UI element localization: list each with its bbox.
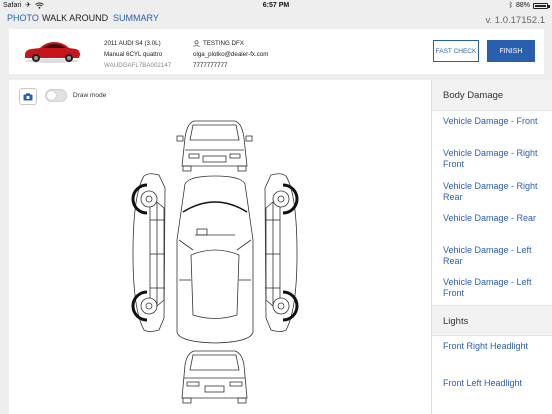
customer-name: TESTING DFX [203, 40, 244, 47]
finish-button[interactable]: FINISH [487, 40, 535, 62]
section-body-damage: Body Damage [432, 80, 552, 111]
customer-info: TESTING DFX olga_plotko@dealer-fx.com 77… [193, 38, 268, 71]
draw-mode-toggle[interactable] [45, 89, 67, 102]
bluetooth-icon: ᛒ [508, 2, 513, 9]
list-item-front-left-headlight[interactable]: Front Left Headlight [432, 368, 552, 394]
status-bar: Safari ✈ 6:57 PM ᛒ 88% [0, 0, 552, 11]
clock: 6:57 PM [262, 2, 290, 9]
tab-photo[interactable]: PHOTO [7, 13, 39, 23]
car-front-view[interactable] [176, 120, 253, 172]
customer-phone: 7777777777 [193, 62, 228, 69]
draw-mode-label: Draw mode [73, 92, 107, 99]
list-item-damage-rear[interactable]: Vehicle Damage - Rear [432, 208, 552, 240]
camera-icon [23, 92, 33, 100]
car-rear-view[interactable] [181, 350, 248, 404]
tab-bar: PHOTO WALK AROUND SUMMARY v. 1.0.17152.1 [0, 11, 552, 29]
list-item-damage-right-rear[interactable]: Vehicle Damage - Right Rear [432, 176, 552, 208]
battery-percent: 88% [515, 2, 530, 9]
fast-check-button[interactable]: FAST CHECK [433, 40, 479, 62]
tab-walk-around[interactable]: WALK AROUND [42, 13, 108, 23]
vehicle-vin: WAUDGAFL7BA002147 [104, 62, 172, 69]
vehicle-title: 2011 AUDI S4 (3.0L) [104, 40, 161, 47]
list-item-damage-right-front[interactable]: Vehicle Damage - Right Front [432, 143, 552, 175]
customer-email: olga_plotko@dealer-fx.com [193, 51, 269, 58]
car-top-view[interactable] [176, 175, 254, 344]
battery-icon [533, 2, 550, 9]
vehicle-walkaround-diagram[interactable] [9, 80, 431, 414]
list-item-damage-front[interactable]: Vehicle Damage - Front [432, 111, 552, 143]
vehicle-header: 2011 AUDI S4 (3.0L) Manual 6CYL quattro … [9, 29, 544, 74]
tab-summary[interactable]: SUMMARY [113, 13, 159, 23]
damage-list: Body Damage Vehicle Damage - Front Vehic… [431, 80, 552, 414]
vehicle-info: 2011 AUDI S4 (3.0L) Manual 6CYL quattro … [104, 38, 171, 71]
damage-diagram-panel: Draw mode [9, 80, 431, 414]
vehicle-trim: Manual 6CYL quattro [104, 51, 163, 58]
camera-button[interactable] [19, 88, 37, 105]
section-lights: Lights [432, 304, 552, 336]
car-thumbnail [25, 42, 80, 63]
list-item-front-right-headlight[interactable]: Front Right Headlight [432, 336, 552, 368]
app-version: v. 1.0.17152.1 [485, 15, 545, 26]
list-item-damage-left-front[interactable]: Vehicle Damage - Left Front [432, 272, 552, 304]
person-icon [193, 40, 200, 47]
list-item-damage-left-rear[interactable]: Vehicle Damage - Left Rear [432, 240, 552, 272]
toggle-knob [47, 91, 56, 100]
